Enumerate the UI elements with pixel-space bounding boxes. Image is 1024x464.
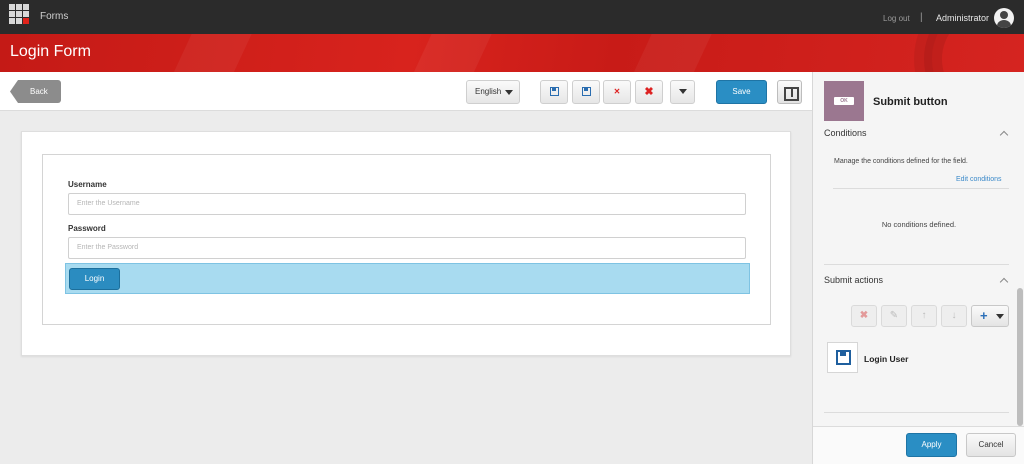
chevron-down-icon: [505, 90, 513, 95]
edit-action-button[interactable]: ✎: [881, 305, 907, 327]
app-title[interactable]: Forms: [40, 11, 68, 22]
app-launcher-icon[interactable]: [9, 4, 31, 26]
action-item-label[interactable]: Login User: [864, 354, 908, 364]
delete-icon: ✖: [644, 86, 654, 98]
save-icon: [836, 350, 851, 365]
save-form-button[interactable]: [540, 80, 568, 104]
chevron-down-icon: [678, 89, 687, 95]
login-button[interactable]: Login: [69, 268, 120, 290]
save-button[interactable]: Save: [716, 80, 767, 104]
logout-link[interactable]: Log out: [883, 14, 910, 23]
arrow-up-icon: ↑: [921, 310, 927, 321]
delete-button[interactable]: ✖: [635, 80, 663, 104]
pencil-icon: ✎: [889, 310, 899, 321]
apply-button[interactable]: Apply: [906, 433, 957, 457]
thumb-text: OK: [834, 97, 854, 105]
panel-title: Submit button: [873, 96, 948, 108]
form-frame: Username Enter the Username Password Ent…: [42, 154, 771, 325]
edit-conditions-link[interactable]: Edit conditions: [956, 176, 1002, 183]
remove-icon: ✖: [859, 310, 869, 321]
remove-field-button[interactable]: ✕: [603, 80, 631, 104]
divider: [824, 412, 1009, 413]
form-canvas: Username Enter the Username Password Ent…: [21, 131, 791, 356]
chevron-up-icon[interactable]: [999, 277, 1009, 287]
conditions-section-title[interactable]: Conditions: [824, 128, 867, 138]
toggle-panel-button[interactable]: [777, 80, 802, 104]
avatar[interactable]: [994, 8, 1014, 28]
cancel-button[interactable]: Cancel: [966, 433, 1016, 457]
properties-panel: OK Submit button Conditions Manage the c…: [812, 72, 1024, 464]
back-button[interactable]: Back: [10, 80, 61, 103]
move-down-button[interactable]: ↓: [941, 305, 967, 327]
chevron-down-icon: [996, 314, 1004, 319]
chevron-up-icon[interactable]: [999, 130, 1009, 140]
more-dropdown-button[interactable]: [670, 80, 695, 104]
selected-submit-field[interactable]: Login: [65, 263, 750, 294]
editor-toolbar: Back English ✕ ✖ Save: [0, 72, 812, 111]
topbar-separator: |: [920, 12, 923, 23]
header-decoration: [399, 34, 501, 72]
username-field[interactable]: Enter the Username: [68, 193, 746, 215]
header-decoration: [159, 34, 261, 72]
password-field[interactable]: Enter the Password: [68, 237, 746, 259]
header-decoration: [619, 34, 721, 72]
panel-scrollbar[interactable]: [1017, 288, 1023, 426]
divider: [824, 264, 1009, 265]
panel-footer: Apply Cancel: [813, 426, 1024, 464]
language-select[interactable]: English: [466, 80, 520, 104]
username-label: Username: [68, 180, 107, 189]
no-conditions-text: No conditions defined.: [881, 220, 957, 229]
save-as-button[interactable]: [572, 80, 600, 104]
page-title: Login Form: [10, 43, 91, 60]
conditions-hint: Manage the conditions defined for the fi…: [834, 158, 968, 165]
submit-button-thumbnail: OK: [824, 81, 864, 121]
password-label: Password: [68, 224, 106, 233]
add-action-button[interactable]: +: [971, 305, 1009, 327]
submit-actions-section-title[interactable]: Submit actions: [824, 275, 883, 285]
save-as-icon: [581, 87, 591, 97]
divider: [833, 188, 1009, 189]
page-header: Login Form: [0, 34, 1024, 72]
save-action-icon-tile[interactable]: [827, 342, 858, 373]
plus-icon: +: [980, 308, 988, 323]
top-bar: Forms Log out | Administrator: [0, 0, 1024, 34]
language-select-value: English: [475, 87, 502, 96]
header-decoration: [924, 34, 1024, 72]
save-icon: [549, 87, 559, 97]
remove-action-button[interactable]: ✖: [851, 305, 877, 327]
move-up-button[interactable]: ↑: [911, 305, 937, 327]
remove-icon: ✕: [613, 87, 621, 96]
user-name[interactable]: Administrator: [936, 13, 989, 23]
arrow-down-icon: ↓: [951, 310, 957, 321]
